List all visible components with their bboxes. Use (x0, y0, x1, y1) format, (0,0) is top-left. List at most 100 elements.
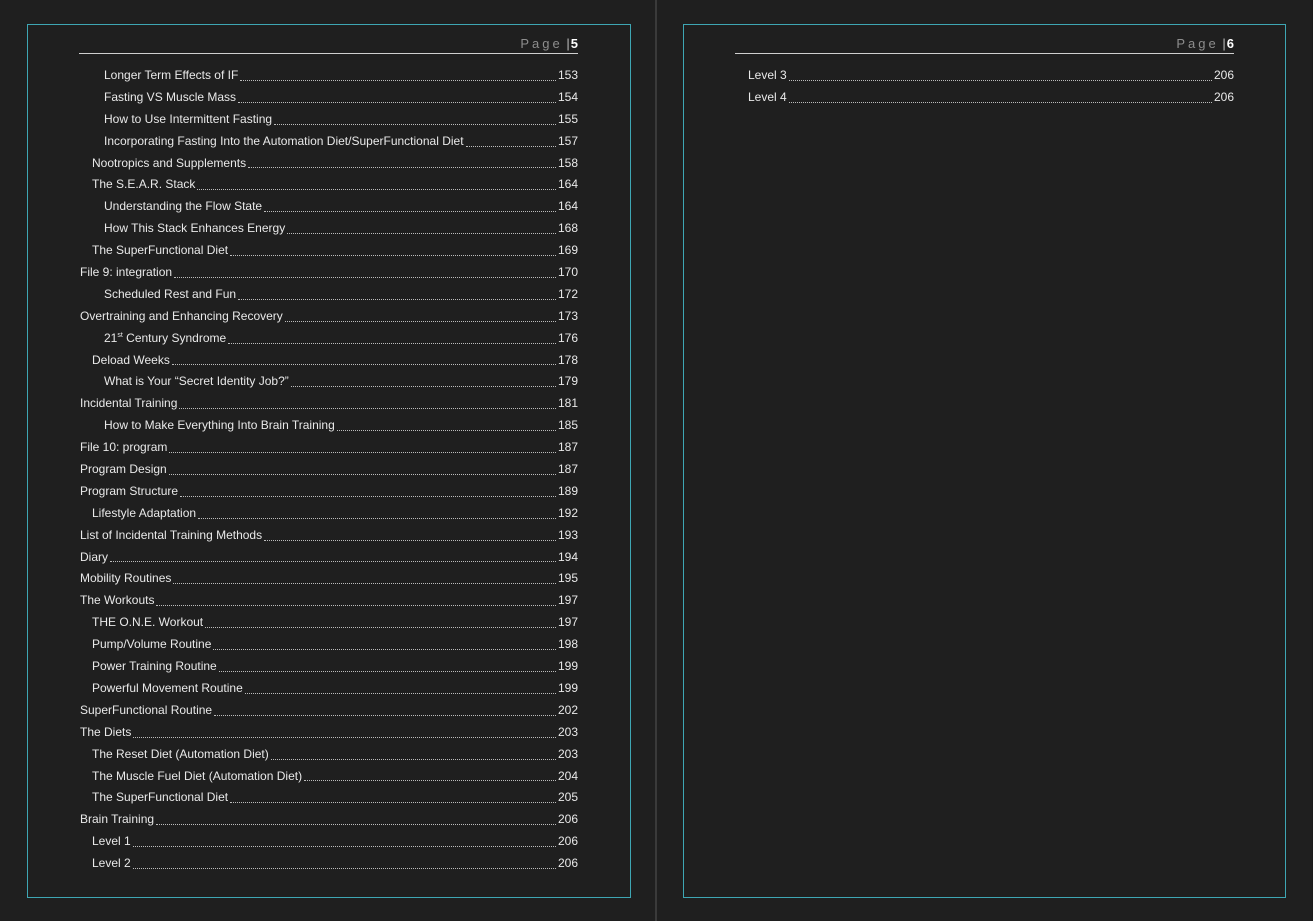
toc-entry-title: Incorporating Fasting Into the Automatio… (104, 133, 464, 148)
toc-entry-title: SuperFunctional Routine (80, 702, 213, 717)
toc-entry[interactable]: List of Incidental Training Methods 193 (79, 525, 578, 547)
toc-entry[interactable]: The SuperFunctional Diet 205 (79, 787, 578, 809)
dot-leader (336, 429, 556, 432)
toc-entry-title: Powerful Movement Routine (92, 680, 243, 695)
toc-entry-page: 197 (557, 615, 578, 630)
toc-entry-page: 154 (557, 89, 578, 104)
toc-entry[interactable]: Scheduled Rest and Fun 172 (79, 284, 578, 306)
toc-entry-page: 206 (557, 856, 578, 871)
dot-leader (248, 166, 556, 169)
page-border (683, 24, 1286, 898)
toc-entry[interactable]: THE O.N.E. Workout 197 (79, 612, 578, 634)
toc-entry-title: Program Structure (80, 483, 179, 498)
toc-entry[interactable]: The S.E.A.R. Stack 164 (79, 174, 578, 196)
toc-entry[interactable]: Diary 194 (79, 547, 578, 569)
toc-entry[interactable]: Incorporating Fasting Into the Automatio… (79, 131, 578, 153)
toc-entry-title: Overtraining and Enhancing Recovery (80, 308, 283, 323)
toc-entry[interactable]: Nootropics and Supplements 158 (79, 153, 578, 175)
toc-entry-page: 206 (1213, 89, 1234, 104)
dot-leader (270, 758, 556, 760)
toc-entry-page: 193 (557, 527, 578, 542)
dot-leader (168, 473, 556, 475)
dot-leader (132, 867, 556, 869)
dot-leader (290, 385, 556, 388)
toc-entry[interactable]: Mobility Routines 195 (79, 568, 578, 590)
toc-entry[interactable]: Incidental Training 181 (79, 393, 578, 415)
toc-entry-title: The SuperFunctional Diet (92, 790, 229, 805)
page-separator: | (1222, 36, 1226, 51)
toc-entry[interactable]: What is Your “Secret Identity Job?” 179 (79, 371, 578, 393)
dot-leader (180, 495, 556, 497)
toc-entry[interactable]: The Diets 203 (79, 722, 578, 744)
toc-entry[interactable]: File 9: integration 170 (79, 262, 578, 284)
toc-entry[interactable]: Longer Term Effects of IF 153 (79, 65, 578, 87)
toc-entry[interactable]: The Workouts 197 (79, 590, 578, 612)
toc-entry[interactable]: Powerful Movement Routine 199 (79, 678, 578, 700)
toc-entry[interactable]: How to Make Everything Into Brain Traini… (79, 415, 578, 437)
dot-leader (198, 517, 556, 519)
dot-leader (174, 276, 556, 278)
toc-entry-title: Level 1 (92, 834, 131, 849)
toc-entry[interactable]: Program Structure 189 (79, 481, 578, 503)
toc-entry[interactable]: 21st Century Syndrome 176 (79, 328, 578, 350)
toc-entry[interactable]: How This Stack Enhances Energy 168 (79, 218, 578, 240)
toc-entry-page: 179 (557, 374, 578, 389)
dot-leader (788, 101, 1212, 103)
toc-entry[interactable]: Fasting VS Muscle Mass 154 (79, 87, 578, 109)
toc-entry[interactable]: The Reset Diet (Automation Diet) 203 (79, 744, 578, 766)
toc-entry-title: Mobility Routines (80, 571, 172, 586)
toc-entry-page: 158 (557, 155, 578, 170)
toc-entry-title: Fasting VS Muscle Mass (104, 89, 237, 104)
toc-entry[interactable]: Understanding the Flow State 164 (79, 196, 578, 218)
toc-entry[interactable]: The Muscle Fuel Diet (Automation Diet) 20… (79, 766, 578, 788)
toc-entry-title: Brain Training (80, 812, 155, 827)
dot-leader (171, 363, 556, 366)
dot-leader (156, 823, 556, 826)
dot-leader (133, 736, 556, 738)
toc-entry[interactable]: Brain Training 206 (79, 809, 578, 831)
dot-leader (230, 254, 556, 257)
toc-entry[interactable]: Level 3 206 (735, 65, 1234, 87)
toc-entry[interactable]: Overtraining and Enhancing Recovery 173 (79, 306, 578, 328)
toc-entry-title: The Diets (80, 724, 132, 739)
toc-entry-title: Level 4 (748, 89, 787, 104)
toc-entry-title: Nootropics and Supplements (92, 155, 247, 170)
toc-entry[interactable]: Lifestyle Adaptation 192 (79, 503, 578, 525)
toc-entry-page: 203 (557, 746, 578, 761)
toc-entry-title: Program Design (80, 462, 167, 477)
dot-leader (230, 801, 556, 804)
toc-entry-title: Lifestyle Adaptation (92, 505, 197, 520)
toc-entry[interactable]: Level 2 206 (79, 853, 578, 875)
dot-leader (788, 79, 1212, 81)
dot-leader (465, 145, 556, 147)
toc-entry-title: The Muscle Fuel Diet (Automation Diet) (92, 768, 303, 783)
toc-entry[interactable]: How to Use Intermittent Fasting 155 (79, 109, 578, 131)
toc-entry[interactable]: Power Training Routine 199 (79, 656, 578, 678)
toc-entry-title: How This Stack Enhances Energy (104, 221, 286, 236)
toc-entry-page: 157 (557, 133, 578, 148)
page-label: Page (1176, 36, 1219, 51)
toc-entry[interactable]: Pump/Volume Routine 198 (79, 634, 578, 656)
dot-leader (169, 451, 556, 454)
toc-entry[interactable]: The SuperFunctional Diet 169 (79, 240, 578, 262)
toc-entry-title: Deload Weeks (92, 352, 170, 367)
toc-entry[interactable]: Level 4 206 (735, 87, 1234, 109)
toc-entry-title: Pump/Volume Routine (92, 637, 212, 652)
toc-entry[interactable]: Deload Weeks 178 (79, 350, 578, 372)
toc-entry[interactable]: File 10: program 187 (79, 437, 578, 459)
toc-entry-page: 192 (557, 505, 578, 520)
toc-entry-page: 195 (557, 571, 578, 586)
toc-entry-page: 185 (557, 418, 578, 433)
toc-entry[interactable]: Program Design 187 (79, 459, 578, 481)
toc-entry[interactable]: Level 1 206 (79, 831, 578, 853)
page-header: Page |5 (79, 36, 578, 54)
dot-leader (284, 320, 556, 322)
toc-entry-page: 206 (557, 812, 578, 827)
toc-entry-title: Scheduled Rest and Fun (104, 286, 237, 301)
toc-entry-title: The Reset Diet (Automation Diet) (92, 746, 269, 761)
toc-entry-title: File 10: program (80, 440, 168, 455)
dot-leader (132, 845, 556, 848)
toc-entry-page: 153 (557, 68, 578, 82)
dot-leader (264, 210, 556, 213)
toc-entry[interactable]: SuperFunctional Routine 202 (79, 700, 578, 722)
